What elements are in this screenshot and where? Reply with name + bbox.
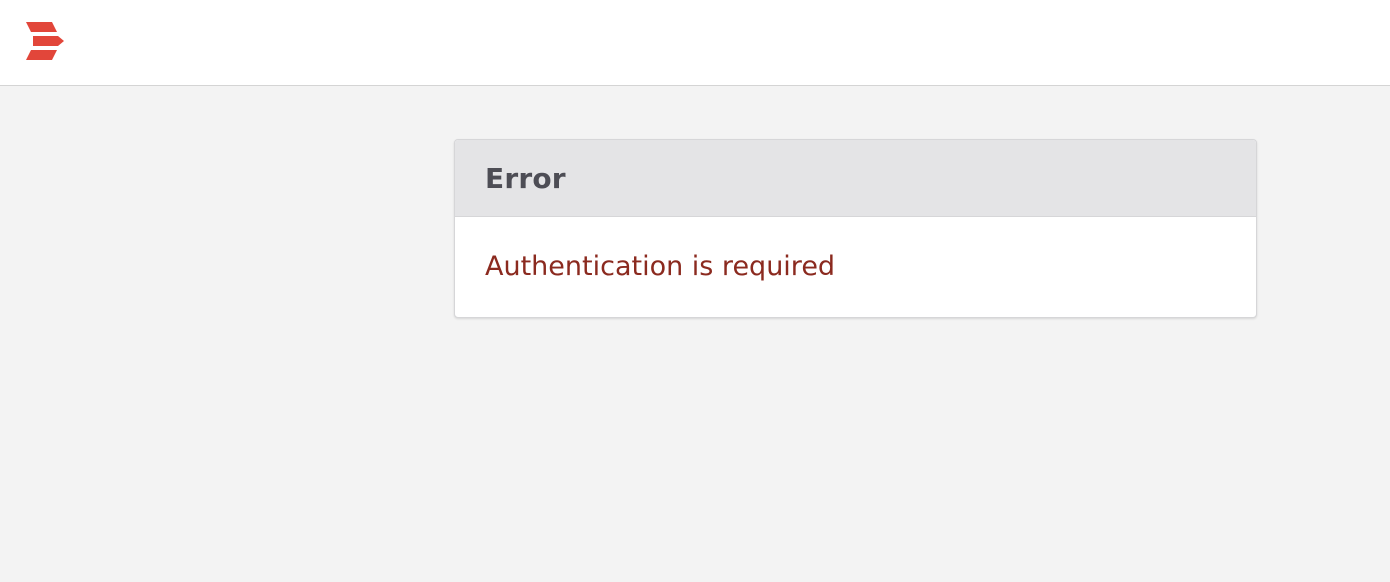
error-title: Error [485, 161, 566, 195]
top-bar [0, 0, 1390, 86]
error-card: Error Authentication is required [454, 139, 1257, 318]
error-message: Authentication is required [485, 250, 836, 282]
error-card-body: Authentication is required [455, 217, 1256, 317]
error-card-header: Error [455, 140, 1256, 217]
brand-logo-icon[interactable] [24, 21, 66, 61]
